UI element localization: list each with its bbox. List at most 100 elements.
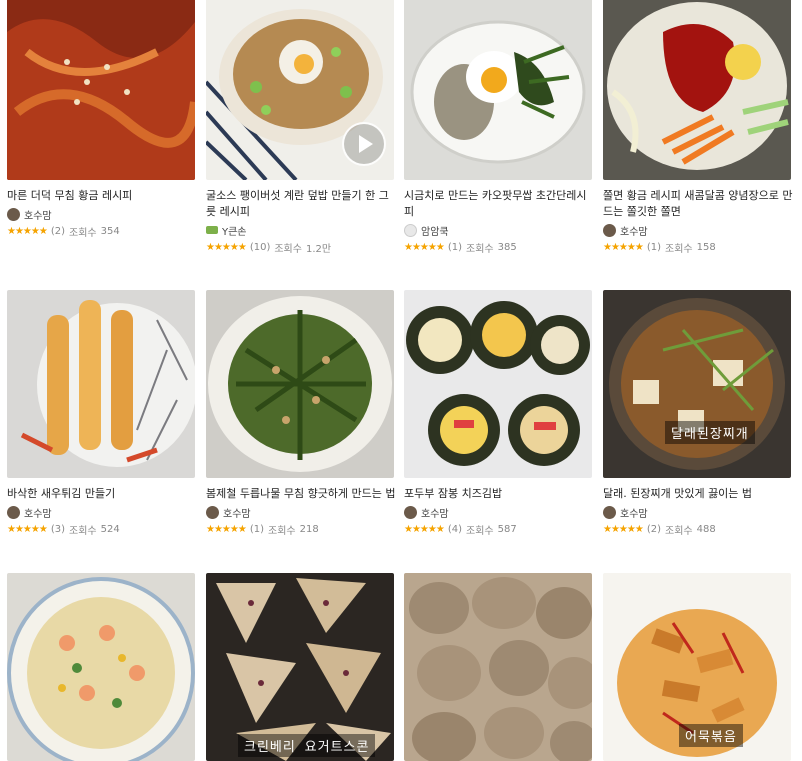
rating-stars: ★★★★★ [7,523,48,535]
views-label: 조회수 [466,525,494,537]
view-count: 1.2만 [305,243,332,255]
recipe-title[interactable]: 포두부 잠봉 치즈김밥 [404,486,594,502]
play-icon[interactable] [342,122,386,166]
recipe-card[interactable]: 크린베리 요거트스콘 [206,573,396,761]
recipe-title[interactable]: 시금치로 만드는 카오팟무쌉 초간단레시피 [404,188,594,220]
recipe-author[interactable]: 호수맘 [603,504,793,520]
recipe-thumbnail[interactable] [7,290,195,478]
view-count: 587 [497,523,517,535]
author-name: 호수맘 [421,508,449,520]
author-name: 호수맘 [24,210,52,222]
recipe-card[interactable]: 달래된장찌개 달래. 된장찌개 맛있게 끓이는 법 호수맘 ★★★★★ (2) 조회… [603,290,793,537]
recipe-card[interactable]: 마른 더덕 무침 황금 레시피 호수맘 ★★★★★ (2) 조회수 354 [7,0,197,239]
recipe-thumbnail[interactable]: 어묵볶음 [603,573,791,761]
recipe-title[interactable]: 달래. 된장찌개 맛있게 끓이는 법 [603,486,793,502]
rating-stars: ★★★★★ [404,241,445,253]
photo-caption: 크린베리 요거트스콘 [238,734,376,757]
author-avatar [206,505,219,519]
review-count: (2) [50,225,65,237]
review-count: (1) [646,241,661,253]
recipe-thumbnail[interactable] [7,573,195,761]
recipe-thumbnail[interactable] [206,0,394,180]
review-count: (1) [447,241,462,253]
view-count: 524 [100,523,120,535]
recipe-thumbnail[interactable] [404,290,592,478]
view-count: 218 [299,523,319,535]
recipe-card[interactable]: 쫄면 황금 레시피 새콤달콤 양념장으로 만드는 쫄깃한 쫄면 호수맘 ★★★★… [603,0,793,255]
recipe-meta: ★★★★★ (4) 조회수 587 [404,522,594,537]
view-count: 354 [100,225,120,237]
rating-stars: ★★★★★ [206,241,247,253]
author-avatar [603,223,616,237]
author-name: Y큰손 [222,226,247,238]
author-name: 호수맘 [620,508,648,520]
recipe-card[interactable]: 어묵볶음 [603,573,793,761]
photo-caption: 달래된장찌개 [665,421,755,444]
author-name: 호수맘 [24,508,52,520]
recipe-card[interactable]: 시금치로 만드는 카오팟무쌉 초간단레시피 암암쿡 ★★★★★ (1) 조회수 385 [404,0,594,255]
views-label: 조회수 [274,243,302,255]
author-avatar [404,223,417,237]
recipe-meta: ★★★★★ (2) 조회수 354 [7,224,197,239]
recipe-thumbnail[interactable] [603,0,791,180]
recipe-thumbnail[interactable] [404,573,592,761]
recipe-meta: ★★★★★ (1) 조회수 385 [404,240,594,255]
recipe-thumbnail[interactable] [206,290,394,478]
recipe-card[interactable]: 봄제철 두릅나물 무침 향긋하게 만드는 법 호수맘 ★★★★★ (1) 조회수 21… [206,290,396,537]
recipe-card[interactable] [404,573,594,761]
recipe-author[interactable]: 호수맘 [404,504,594,520]
rating-stars: ★★★★★ [404,523,445,535]
rating-stars: ★★★★★ [7,225,48,237]
recipe-thumbnail[interactable] [7,0,195,180]
views-label: 조회수 [268,525,296,537]
recipe-title[interactable]: 쫄면 황금 레시피 새콤달콤 양념장으로 만드는 쫄깃한 쫄면 [603,188,793,220]
author-name: 암암쿡 [421,226,449,238]
view-count: 158 [696,241,716,253]
rating-stars: ★★★★★ [603,523,644,535]
recipe-card[interactable] [7,573,197,761]
author-avatar [603,505,616,519]
views-label: 조회수 [665,243,693,255]
recipe-card[interactable]: 굴소스 팽이버섯 계란 덮밥 만들기 한 그릇 레시피 Y큰손 ★★★★★ (10… [206,0,396,255]
recipe-title[interactable]: 마른 더덕 무침 황금 레시피 [7,188,197,204]
recipe-title[interactable]: 바삭한 새우튀김 만들기 [7,486,197,502]
recipe-author[interactable]: 암암쿡 [404,222,594,238]
author-avatar [206,226,218,234]
author-avatar [7,207,20,221]
recipe-thumbnail[interactable] [404,0,592,180]
review-count: (10) [249,241,271,253]
recipe-thumbnail[interactable]: 크린베리 요거트스콘 [206,573,394,761]
recipe-author[interactable]: 호수맘 [206,504,396,520]
recipe-meta: ★★★★★ (1) 조회수 158 [603,240,793,255]
views-label: 조회수 [69,227,97,239]
author-name: 호수맘 [223,508,251,520]
view-count: 488 [696,523,716,535]
view-count: 385 [497,241,517,253]
review-count: (4) [447,523,462,535]
rating-stars: ★★★★★ [603,241,644,253]
recipe-author[interactable]: Y큰손 [206,222,396,238]
recipe-meta: ★★★★★ (2) 조회수 488 [603,522,793,537]
recipe-card[interactable]: 바삭한 새우튀김 만들기 호수맘 ★★★★★ (3) 조회수 524 [7,290,197,537]
author-avatar [404,505,417,519]
views-label: 조회수 [665,525,693,537]
photo-caption: 어묵볶음 [679,724,743,747]
author-name: 호수맘 [620,226,648,238]
author-avatar [7,505,20,519]
rating-stars: ★★★★★ [206,523,247,535]
recipe-card[interactable]: 포두부 잠봉 치즈김밥 호수맘 ★★★★★ (4) 조회수 587 [404,290,594,537]
recipe-meta: ★★★★★ (1) 조회수 218 [206,522,396,537]
recipe-thumbnail[interactable]: 달래된장찌개 [603,290,791,478]
review-count: (3) [50,523,65,535]
views-label: 조회수 [466,243,494,255]
review-count: (2) [646,523,661,535]
recipe-author[interactable]: 호수맘 [7,504,197,520]
views-label: 조회수 [69,525,97,537]
recipe-title[interactable]: 봄제철 두릅나물 무침 향긋하게 만드는 법 [206,486,396,502]
review-count: (1) [249,523,264,535]
recipe-meta: ★★★★★ (3) 조회수 524 [7,522,197,537]
recipe-author[interactable]: 호수맘 [603,222,793,238]
recipe-author[interactable]: 호수맘 [7,206,197,222]
recipe-title[interactable]: 굴소스 팽이버섯 계란 덮밥 만들기 한 그릇 레시피 [206,188,396,220]
recipe-meta: ★★★★★ (10) 조회수 1.2만 [206,240,396,255]
